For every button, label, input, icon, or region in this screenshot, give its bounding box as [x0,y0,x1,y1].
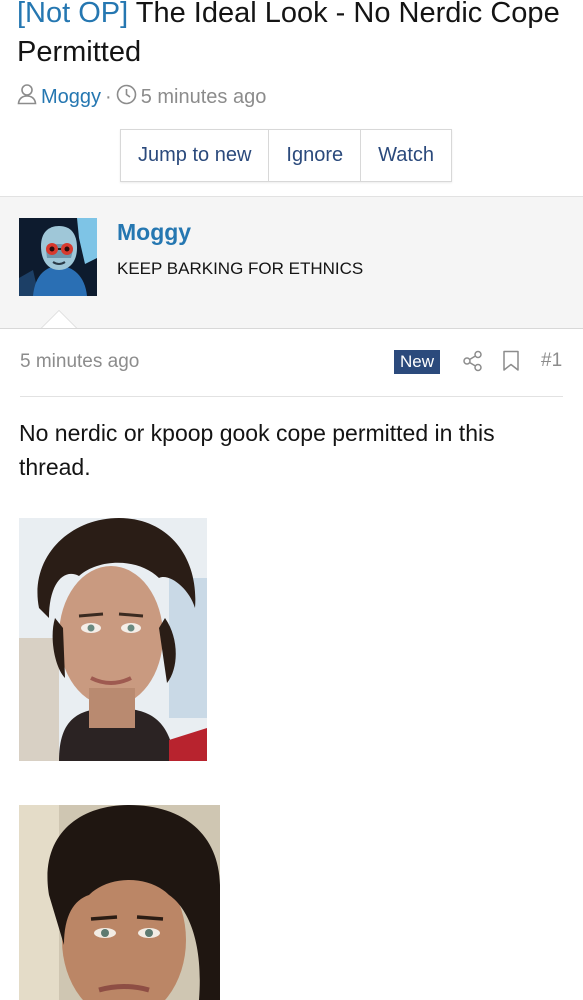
clock-icon [116,84,137,111]
user-icon [17,83,37,111]
watch-button[interactable]: Watch [361,130,452,181]
thread-action-group: Jump to new Ignore Watch [120,129,453,182]
jump-to-new-button[interactable]: Jump to new [121,130,270,181]
post-body-text: No nerdic or kpoop gook cope permitted i… [19,420,495,480]
share-icon[interactable] [462,350,484,372]
thread-time[interactable]: 5 minutes ago [141,86,267,109]
thread-author-link[interactable]: Moggy [41,86,101,109]
post-image[interactable] [19,518,207,761]
thread-prefix[interactable]: [Not OP] [17,0,128,29]
post-time-link[interactable]: 5 minutes ago [20,351,139,373]
bookmark-icon[interactable] [501,350,521,372]
post-meta-bar: 5 minutes ago New #1 [20,348,563,397]
avatar[interactable] [19,218,97,296]
post-username-link[interactable]: Moggy [117,219,191,246]
post-number-link[interactable]: #1 [541,350,562,372]
post-image[interactable] [19,805,220,1000]
post-user-block: Moggy KEEP BARKING FOR ETHNICS [0,196,583,329]
thread-title: [Not OP] The Ideal Look - No Nerdic Cope… [17,0,577,72]
ignore-button[interactable]: Ignore [269,130,362,181]
meta-separator: · [105,85,112,108]
new-badge: New [394,350,441,374]
thread-meta: Moggy · 5 minutes ago [17,84,266,110]
user-title: KEEP BARKING FOR ETHNICS [117,259,364,278]
post-pointer [42,311,76,328]
